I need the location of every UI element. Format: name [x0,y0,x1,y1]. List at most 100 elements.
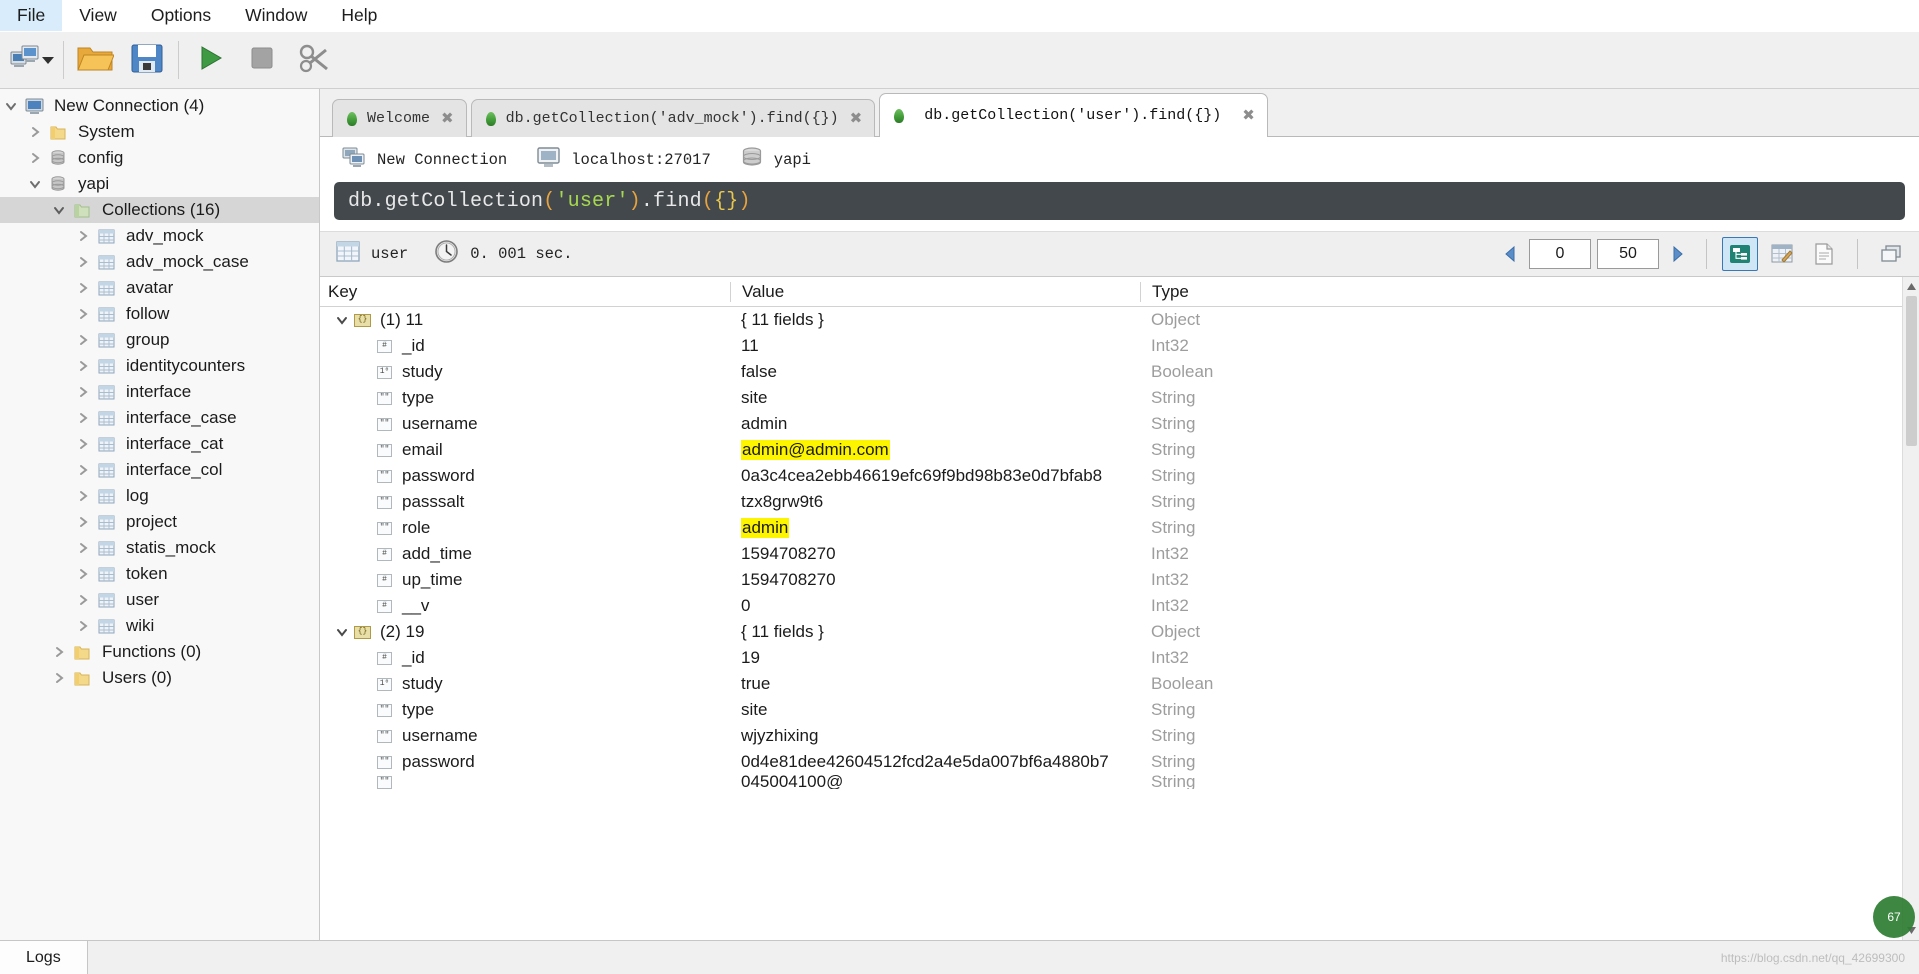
menu-window[interactable]: Window [228,0,324,31]
chevron-right-icon[interactable] [72,412,94,424]
tree-node-interface_cat[interactable]: interface_cat [0,431,319,457]
previous-page-button[interactable] [1497,245,1523,263]
tree-node-interface[interactable]: interface [0,379,319,405]
table-row[interactable]: "" type site String [320,385,1902,411]
chevron-down-icon[interactable] [42,56,54,64]
preferences-button[interactable] [288,35,340,85]
text-view-button[interactable] [1806,237,1842,271]
table-row[interactable]: "" password 0d4e81dee42604512fcd2a4e5da0… [320,749,1902,775]
chevron-right-icon[interactable] [72,360,94,372]
scroll-up-icon[interactable] [1904,279,1919,294]
tree-node-user[interactable]: user [0,587,319,613]
tree-node-avatar[interactable]: avatar [0,275,319,301]
chevron-right-icon[interactable] [72,230,94,242]
close-icon[interactable]: ✖ [1240,108,1255,123]
expand-window-button[interactable] [1873,237,1909,271]
tree-node-wiki[interactable]: wiki [0,613,319,639]
open-script-button[interactable] [69,35,121,85]
connect-button[interactable] [6,35,58,85]
limit-input[interactable]: 50 [1597,239,1659,269]
chevron-down-icon[interactable] [48,204,70,216]
chevron-right-icon[interactable] [72,516,94,528]
tree-node-log[interactable]: log [0,483,319,509]
chevron-right-icon[interactable] [72,334,94,346]
table-row[interactable]: # add_time 1594708270 Int32 [320,541,1902,567]
tree-node-identitycounters[interactable]: identitycounters [0,353,319,379]
chevron-right-icon[interactable] [48,672,70,684]
menu-file[interactable]: File [0,0,63,31]
table-row[interactable]: "" email admin@admin.com String [320,437,1902,463]
table-row[interactable]: {} (2) 19 { 11 fields } Object [320,619,1902,645]
column-header-key[interactable]: Key [320,282,730,302]
tab-adv-mock-query[interactable]: db.getCollection('adv_mock').find({}) ✖ [470,99,876,137]
tree-node-adv_mock[interactable]: adv_mock [0,223,319,249]
tree-node-follow[interactable]: follow [0,301,319,327]
floating-badge[interactable]: 67 [1873,896,1915,938]
grid-vertical-scrollbar[interactable] [1902,277,1919,940]
chevron-right-icon[interactable] [72,386,94,398]
tab-user-query[interactable]: db.getCollection('user').find({}) ✖ [879,93,1268,137]
tree-node-project[interactable]: project [0,509,319,535]
chevron-right-icon[interactable] [72,542,94,554]
table-row[interactable]: # _id 19 Int32 [320,645,1902,671]
close-icon[interactable]: ✖ [439,111,454,126]
tree-node-statis_mock[interactable]: statis_mock [0,535,319,561]
menu-help[interactable]: Help [324,0,394,31]
table-row[interactable]: # up_time 1594708270 Int32 [320,567,1902,593]
menu-options[interactable]: Options [134,0,228,31]
chevron-right-icon[interactable] [48,646,70,658]
tree-node-interface_col[interactable]: interface_col [0,457,319,483]
query-editor[interactable]: db.getCollection('user') .find({}) [334,182,1905,220]
table-row[interactable]: "" role admin String [320,515,1902,541]
breadcrumb-database[interactable]: yapi [733,147,833,172]
chevron-right-icon[interactable] [72,620,94,632]
chevron-down-icon[interactable] [24,178,46,190]
execute-button[interactable] [184,35,236,85]
table-row[interactable]: {} (1) 11 { 11 fields } Object [320,307,1902,333]
tree-node-yapi[interactable]: yapi [0,171,319,197]
column-header-value[interactable]: Value [730,281,1140,302]
stop-button[interactable] [236,35,288,85]
menu-view[interactable]: View [62,0,134,31]
chevron-right-icon[interactable] [72,256,94,268]
chevron-right-icon[interactable] [24,152,46,164]
save-script-button[interactable] [121,35,173,85]
table-view-button[interactable] [1764,237,1800,271]
table-row[interactable]: "" passsalt tzx8grw9t6 String [320,489,1902,515]
next-page-button[interactable] [1665,245,1691,263]
scrollbar-thumb[interactable] [1905,296,1917,446]
chevron-right-icon[interactable] [72,594,94,606]
column-header-type[interactable]: Type [1140,281,1902,302]
chevron-right-icon[interactable] [72,568,94,580]
tree-node-config[interactable]: config [0,145,319,171]
table-row[interactable]: "" username admin String [320,411,1902,437]
table-row[interactable]: # __v 0 Int32 [320,593,1902,619]
tree-node-token[interactable]: token [0,561,319,587]
logs-button[interactable]: Logs [0,941,88,974]
tree-node-system[interactable]: System [0,119,319,145]
table-row[interactable]: 1⁰ study true Boolean [320,671,1902,697]
chevron-down-icon[interactable] [330,314,354,326]
chevron-right-icon[interactable] [72,464,94,476]
skip-input[interactable]: 0 [1529,239,1591,269]
tree-node-adv_mock_case[interactable]: adv_mock_case [0,249,319,275]
tab-welcome[interactable]: Welcome ✖ [332,99,467,137]
tree-node-new-connection[interactable]: New Connection (4) [0,93,319,119]
breadcrumb-host[interactable]: localhost:27017 [529,146,733,173]
explorer-tree[interactable]: New Connection (4) System config yapi Co… [0,89,320,940]
close-icon[interactable]: ✖ [848,111,863,126]
table-row[interactable]: 1⁰ study false Boolean [320,359,1902,385]
tree-node-collections[interactable]: Collections (16) [0,197,319,223]
tree-node-group[interactable]: group [0,327,319,353]
breadcrumb-connection[interactable]: New Connection [334,146,529,173]
table-row[interactable]: "" username wjyzhixing String [320,723,1902,749]
table-row[interactable]: "" type site String [320,697,1902,723]
chevron-right-icon[interactable] [72,282,94,294]
tree-node-interface_case[interactable]: interface_case [0,405,319,431]
chevron-right-icon[interactable] [72,308,94,320]
tree-view-button[interactable] [1722,237,1758,271]
tree-node-users[interactable]: Users (0) [0,665,319,691]
table-row[interactable]: "" 045004100@ String [320,775,1902,789]
chevron-down-icon[interactable] [0,100,22,112]
tree-node-functions[interactable]: Functions (0) [0,639,319,665]
